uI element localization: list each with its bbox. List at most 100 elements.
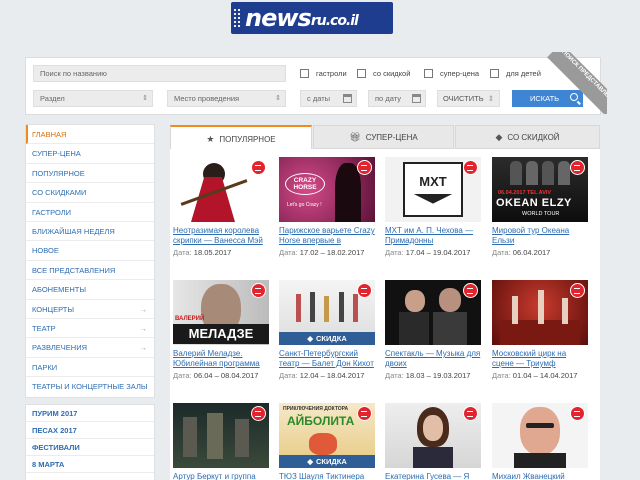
- site-logo[interactable]: news ru.co.il: [231, 2, 393, 34]
- tab-popular[interactable]: ★ ПОПУЛЯРНОЕ: [170, 125, 312, 151]
- event-thumbnail[interactable]: [173, 403, 269, 468]
- logo-dots: [233, 8, 241, 28]
- event-card[interactable]: ПРИКЛЮЧЕНИЯ ДОКТОРА АЙБОЛИТА ◆ СКИДКА ТЮ…: [279, 403, 375, 480]
- event-date: Дата: 18.03 – 19.03.2017: [385, 371, 471, 380]
- event-title[interactable]: Мировой тур Океана Ельзи: [492, 226, 588, 246]
- tag-icon: ◆: [307, 457, 314, 466]
- sidebar-item-next-week[interactable]: БЛИЖАЙШАЯ НЕДЕЛЯ: [26, 222, 154, 242]
- checkbox-label: супер-цена: [440, 69, 480, 78]
- checkbox-box[interactable]: [490, 69, 499, 78]
- event-card[interactable]: Московский цирк на сцене — Триумф Дата: …: [492, 280, 588, 380]
- event-title[interactable]: Парижское варьете Crazy Horse впервые в …: [279, 226, 375, 246]
- sidebar-item-entertainment[interactable]: РАЗВЛЕЧЕНИЯ →: [26, 338, 154, 358]
- sidebar-item-subscriptions[interactable]: АБОНЕМЕНТЫ: [26, 280, 154, 300]
- event-card[interactable]: Михаил Жванецкий: [492, 403, 588, 480]
- event-title[interactable]: Спектакль — Музыка для двоих: [385, 349, 481, 369]
- event-title[interactable]: ТЮЗ Шауля Тиктинера: [279, 472, 375, 480]
- event-title[interactable]: Московский цирк на сцене — Триумф: [492, 349, 588, 369]
- tab-discount[interactable]: ◆ СО СКИДКОЙ: [455, 125, 600, 149]
- event-title[interactable]: Санкт-Петербургский театр — Балет Дон Ки…: [279, 349, 375, 369]
- event-card[interactable]: ◆ СКИДКА Санкт-Петербургский театр — Бал…: [279, 280, 375, 380]
- checkbox-box[interactable]: [300, 69, 309, 78]
- discount-label: ◆ СКИДКА: [279, 332, 375, 345]
- sidebar-item-tours[interactable]: ГАСТРОЛИ: [26, 203, 154, 222]
- checkbox-kids[interactable]: для детей: [490, 69, 541, 78]
- event-card[interactable]: МХТ МХТ им А. П. Чехова — Примадонны Дат…: [385, 157, 481, 257]
- checkbox-super-price[interactable]: супер-цена: [424, 69, 479, 78]
- event-thumbnail[interactable]: ВАЛЕРИЙ МЕЛАДЗЕ: [173, 280, 269, 345]
- date-from-input[interactable]: с даты: [300, 90, 357, 107]
- checkbox-discount[interactable]: со скидкой: [357, 69, 410, 78]
- venue-select[interactable]: Место проведения ⇕: [167, 90, 286, 107]
- event-thumbnail[interactable]: ПРИКЛЮЧЕНИЯ ДОКТОРА АЙБОЛИТА ◆ СКИДКА: [279, 403, 375, 468]
- event-title[interactable]: Михаил Жванецкий: [492, 472, 588, 480]
- clear-button[interactable]: ОЧИСТИТЬ ⇕: [437, 90, 500, 107]
- event-date: Дата: 06.04 – 08.04.2017: [173, 371, 259, 380]
- logo-main: news: [245, 4, 312, 32]
- event-card[interactable]: Неотразимая королева скрипки — Ванесса М…: [173, 157, 269, 257]
- arrow-right-icon: →: [139, 323, 148, 333]
- ticket-icon: [463, 160, 478, 175]
- event-title[interactable]: Валерий Меладзе. Юбилейная программа: [173, 349, 269, 369]
- sidebar-item-super-price[interactable]: СУПЕР-ЦЕНА: [26, 144, 154, 164]
- event-card[interactable]: Спектакль — Музыка для двоих Дата: 18.03…: [385, 280, 481, 380]
- event-date: Дата: 12.04 – 18.04.2017: [279, 371, 365, 380]
- sidebar-item-popular[interactable]: ПОПУЛЯРНОЕ: [26, 164, 154, 184]
- event-thumbnail[interactable]: [385, 280, 481, 345]
- ticket-icon: [570, 283, 585, 298]
- checkbox-box[interactable]: [357, 69, 366, 78]
- sidebar-item-discounts[interactable]: СО СКИДКАМИ: [26, 183, 154, 203]
- discount-label: ◆ СКИДКА: [279, 455, 375, 468]
- sidebar-item-festivals[interactable]: ФЕСТИВАЛИ: [26, 439, 154, 456]
- calendar-icon[interactable]: [412, 94, 421, 103]
- event-card[interactable]: Артур Беркут и группа: [173, 403, 269, 480]
- event-title[interactable]: Неотразимая королева скрипки — Ванесса М…: [173, 226, 269, 246]
- event-thumbnail[interactable]: 06.04.2017 TEL AVIV OKEAN ELZY WORLD TOU…: [492, 157, 588, 222]
- ticket-icon: [251, 160, 266, 175]
- event-card[interactable]: ВАЛЕРИЙ МЕЛАДЗЕ Валерий Меладзе. Юбилейн…: [173, 280, 269, 380]
- event-thumbnail[interactable]: [492, 280, 588, 345]
- sidebar-item-venues[interactable]: ТЕАТРЫ И КОНЦЕРТНЫЕ ЗАЛЫ: [26, 377, 154, 396]
- tag-icon: ◆: [495, 131, 503, 142]
- ticket-icon: [463, 406, 478, 421]
- sidebar-item-new[interactable]: НОВОЕ: [26, 241, 154, 261]
- tab-label: СУПЕР-ЦЕНА: [365, 132, 418, 142]
- event-thumbnail[interactable]: [492, 403, 588, 468]
- event-card[interactable]: 06.04.2017 TEL AVIV OKEAN ELZY WORLD TOU…: [492, 157, 588, 257]
- tag-icon: ◆: [307, 334, 314, 343]
- sidebar-item-parks[interactable]: ПАРКИ: [26, 358, 154, 378]
- event-title[interactable]: МХТ им А. П. Чехова — Примадонны: [385, 226, 481, 246]
- sidebar-holidays: ПУРИМ 2017 ПЕСАХ 2017 ФЕСТИВАЛИ 8 МАРТА: [25, 404, 155, 480]
- arrow-right-icon: →: [139, 343, 148, 353]
- section-select[interactable]: Раздел ⇕: [33, 90, 153, 107]
- event-thumbnail[interactable]: ◆ СКИДКА: [279, 280, 375, 345]
- event-thumbnail[interactable]: CRAZY HORSE Let's go Crazy !: [279, 157, 375, 222]
- checkbox-label: для детей: [506, 69, 541, 78]
- checkbox-box[interactable]: [424, 69, 433, 78]
- event-thumbnail[interactable]: [385, 403, 481, 468]
- ticket-icon: [251, 406, 266, 421]
- event-title[interactable]: Екатерина Гусева — Я: [385, 472, 481, 480]
- sidebar-item-theatre[interactable]: ТЕАТР →: [26, 319, 154, 339]
- event-date: Дата: 17.04 – 19.04.2017: [385, 248, 471, 257]
- sidebar-item-home[interactable]: ГЛАВНАЯ: [26, 125, 154, 145]
- event-title[interactable]: Артур Беркут и группа: [173, 472, 269, 480]
- calendar-icon[interactable]: [343, 94, 352, 103]
- event-card[interactable]: CRAZY HORSE Let's go Crazy ! Парижское в…: [279, 157, 375, 257]
- search-name-input[interactable]: Поиск по названию: [33, 65, 286, 82]
- sidebar-item-purim[interactable]: ПУРИМ 2017: [26, 405, 154, 422]
- venue-select-label: Место проведения: [174, 94, 240, 103]
- checkbox-tours[interactable]: гастроли: [300, 69, 347, 78]
- event-card[interactable]: Екатерина Гусева — Я: [385, 403, 481, 480]
- tab-super-price[interactable]: 🎁︎ СУПЕР-ЦЕНА: [313, 125, 454, 149]
- sidebar-item-march-8[interactable]: 8 МАРТА: [26, 456, 154, 473]
- sidebar-item-label: РАЗВЛЕЧЕНИЯ: [32, 343, 88, 353]
- event-thumbnail[interactable]: МХТ: [385, 157, 481, 222]
- sidebar-item-pesach[interactable]: ПЕСАХ 2017: [26, 422, 154, 439]
- event-thumbnail[interactable]: [173, 157, 269, 222]
- date-to-input[interactable]: по дату: [368, 90, 426, 107]
- event-date: Дата: 01.04 – 14.04.2017: [492, 371, 578, 380]
- ticket-icon: [570, 160, 585, 175]
- sidebar-item-all-shows[interactable]: ВСЕ ПРЕДСТАВЛЕНИЯ: [26, 261, 154, 281]
- sidebar-item-concerts[interactable]: КОНЦЕРТЫ →: [26, 300, 154, 319]
